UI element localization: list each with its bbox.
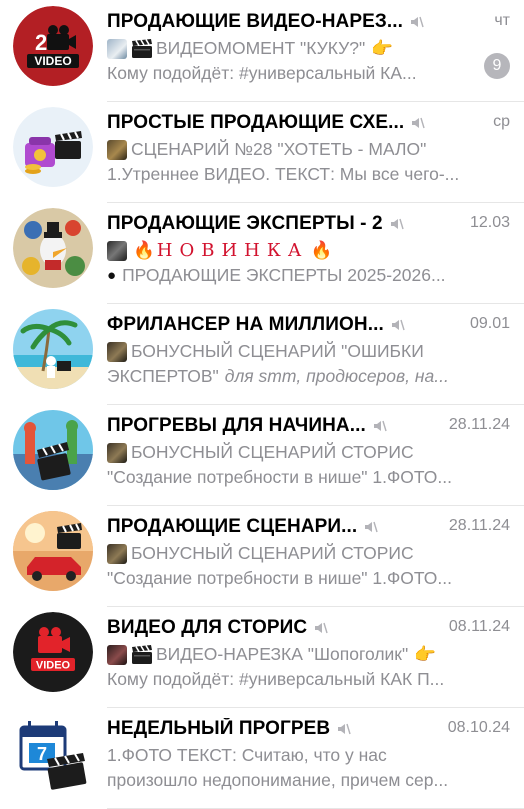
chat-title: ПРОСТЫЕ ПРОДАЮЩИЕ СХЕ... [107,112,405,133]
clapperboard-icon [131,645,153,665]
muted-icon [313,620,329,636]
chat-date: 28.11.24 [448,416,510,433]
message-preview-line2a: ЭКСПЕРТОВ" [107,366,219,386]
muted-icon [410,115,426,131]
chat-row-progrevy-nachinayushchih[interactable]: ПРОГРЕВЫ ДЛЯ НАЧИНА... 28.11.24 БОНУСНЫЙ… [0,404,524,506]
media-thumbnail [107,240,127,261]
chat-title: ПРОГРЕВЫ ДЛЯ НАЧИНА... [107,415,366,436]
avatar-number: 2 [35,30,47,55]
chat-row-prodayushchie-scenarii[interactable]: ПРОДАЮЩИЕ СЦЕНАРИ... 28.11.24 БОНУСНЫЙ С… [0,505,524,607]
message-preview-line1: ВИДЕО-НАРЕЗКА "Шопоголик" [156,644,409,664]
message-preview-line2: ПРОДАЮЩИЕ ЭКСПЕРТЫ 2025-2026... [122,265,446,285]
media-thumbnail [107,543,127,564]
message-preview-line2: Кому подойдёт: #универсальный КА... [107,63,417,83]
media-thumbnail [107,341,127,362]
muted-icon [363,519,379,535]
chat-date: 09.01 [469,315,510,332]
muted-icon [409,14,425,30]
media-thumbnail [107,442,127,463]
muted-icon [390,317,406,333]
chat-row-prostye-shemy[interactable]: ПРОСТЫЕ ПРОДАЮЩИЕ СХЕ... ср СЦЕНАРИЙ №28… [0,101,524,203]
message-preview-line2: "Создание потребности в нише" 1.ФОТО... [107,568,452,588]
message-preview-line2: 1.Утреннее ВИДЕО. ТЕКСТ: Мы все чего-... [107,164,460,184]
chat-title: ПРОДАЮЩИЕ ЭКСПЕРТЫ - 2 [107,213,383,234]
media-thumbnail [107,38,127,59]
message-preview-line1: 1.ФОТО ТЕКСТ: Считаю, что у нас [107,745,387,765]
pointing-hand-icon: 👉 [414,644,436,664]
fire-icon: 🔥 [310,240,333,260]
clapperboard-icon [131,39,153,59]
avatar-label: VIDEO [34,54,71,68]
chat-date: 08.10.24 [447,719,510,736]
chat-avatar: VIDEO [13,612,93,692]
chat-date: чт [494,12,510,29]
muted-icon [372,418,388,434]
message-preview-line1: СЦЕНАРИЙ №28 "ХОТЕТЬ - МАЛО" [131,139,427,159]
chat-title: ПРОДАЮЩИЕ СЦЕНАРИ... [107,516,358,537]
chat-title: ПРОДАЮЩИЕ ВИДЕО-НАРЕЗ... [107,11,404,32]
chat-row-nedelnyy-progrev[interactable]: 7 НЕДЕЛЬНЫЙ ПРОГРЕВ 08.10.24 1.ФОТО ТЕКС… [0,707,524,809]
message-preview-line1: БОНУСНЫЙ СЦЕНАРИЙ СТОРИС [131,543,414,563]
message-preview-line1: БОНУСНЫЙ СЦЕНАРИЙ СТОРИС [131,442,414,462]
chat-title: ВИДЕО ДЛЯ СТОРИС [107,617,308,638]
message-preview-line1: НОВИНКА [156,240,309,261]
message-preview-line2: "Создание потребности в нише" 1.ФОТО... [107,467,452,487]
message-preview-line1: ВИДЕОМОМЕНТ "КУКУ?" [156,38,366,58]
chat-date: 12.03 [469,214,510,231]
chat-row-video-narezki[interactable]: 2 VIDEO ПРОДАЮЩИЕ ВИДЕО-НАРЕЗ... чт ВИДЕ… [0,0,524,102]
muted-icon [389,216,405,232]
chat-row-frilanser[interactable]: ФРИЛАНСЕР НА МИЛЛИОН... 09.01 БОНУСНЫЙ С… [0,303,524,405]
media-thumbnail [107,644,127,665]
chat-avatar [13,309,93,389]
chat-date: ср [493,113,510,130]
avatar-number: 7 [37,744,47,764]
media-thumbnail [107,139,127,160]
bullet-icon: ● [107,267,117,284]
chat-title: ФРИЛАНСЕР НА МИЛЛИОН... [107,314,384,335]
pointing-hand-icon: 👉 [371,38,393,58]
chat-avatar: 2 VIDEO [13,6,93,86]
chat-avatar [13,410,93,490]
chat-avatar [13,208,93,288]
chat-row-video-dlya-storis[interactable]: VIDEO ВИДЕО ДЛЯ СТОРИС 08.11.24 ВИДЕО-НА… [0,606,524,708]
fire-icon: 🔥 [133,240,155,260]
avatar-label: VIDEO [36,660,71,672]
message-preview-line2: Кому подойдёт: #универсальный КАК П... [107,669,445,689]
message-preview-line2: произошло недопонимание, причем сер... [107,770,449,790]
unread-badge: 9 [484,53,510,79]
chat-row-prodayushchie-eksperty-2[interactable]: ПРОДАЮЩИЕ ЭКСПЕРТЫ - 2 12.03 🔥 НОВИНКА 🔥… [0,202,524,304]
chat-avatar [13,511,93,591]
chat-avatar [13,107,93,187]
chat-title: НЕДЕЛЬНЫЙ ПРОГРЕВ [107,718,331,739]
message-preview-line1: БОНУСНЫЙ СЦЕНАРИЙ "ОШИБКИ [131,341,424,361]
chat-avatar: 7 [13,713,93,793]
message-preview-line2b: для smm, продюсеров, на... [224,366,449,386]
muted-icon [336,721,352,737]
chat-date: 08.11.24 [448,618,510,635]
chat-date: 28.11.24 [448,517,510,534]
